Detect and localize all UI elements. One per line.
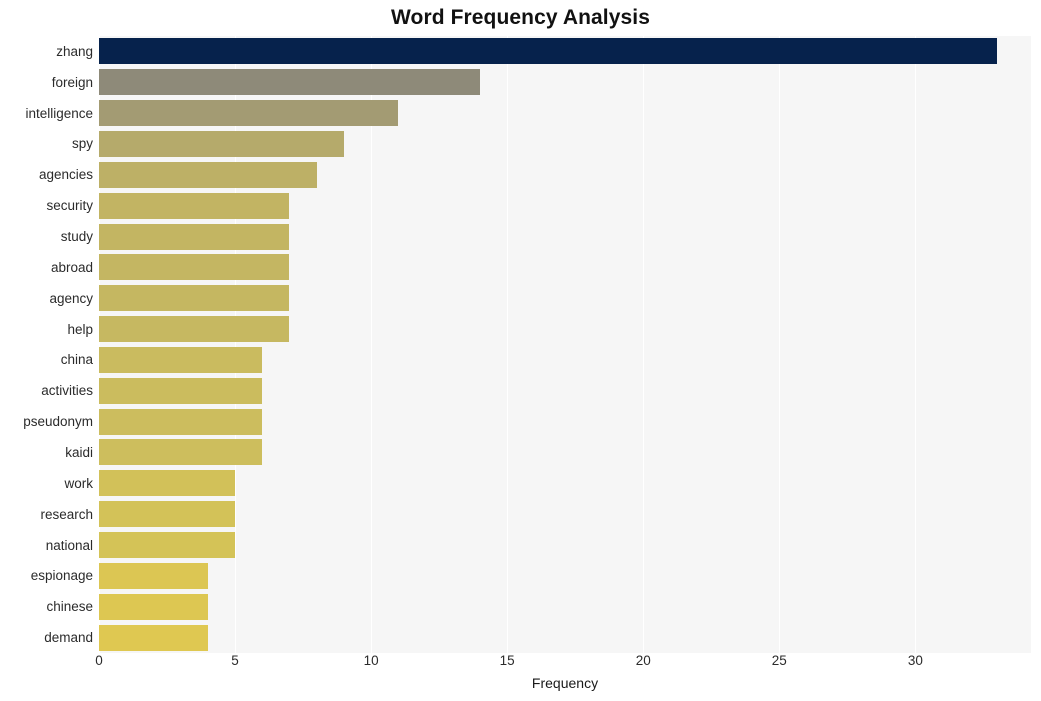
bar-row <box>99 345 1031 376</box>
y-tick-label-demand: demand <box>44 630 93 646</box>
y-tick-label-foreign: foreign <box>51 74 93 90</box>
bar-row <box>99 129 1031 160</box>
bar-row <box>99 468 1031 499</box>
x-tick-label-0: 0 <box>95 653 103 668</box>
bar-pseudonym <box>99 408 263 435</box>
bar-spy <box>99 130 344 157</box>
bar-agency <box>99 285 290 312</box>
y-axis: zhang foreign intelligence spy agencies secur… <box>0 36 93 653</box>
bar-row <box>99 499 1031 530</box>
bar-row <box>99 36 1031 67</box>
bar-row <box>99 283 1031 314</box>
y-tick-label-china: china <box>60 352 93 368</box>
y-tick-label-help: help <box>67 321 93 337</box>
bar-row <box>99 67 1031 98</box>
bar-china <box>99 346 263 373</box>
chart-title: Word Frequency Analysis <box>390 6 651 29</box>
bar-study <box>99 223 290 250</box>
y-tick-label-chinese: chinese <box>46 599 93 615</box>
x-tick-label-15: 15 <box>499 653 515 668</box>
y-tick-label-spy: spy <box>71 136 93 152</box>
bar-activities <box>99 377 263 404</box>
y-tick-label-espionage: espionage <box>30 568 93 584</box>
y-tick-label-intelligence: intelligence <box>25 105 93 121</box>
bar-row <box>99 98 1031 129</box>
bar-chinese <box>99 593 208 620</box>
bar-row <box>99 560 1031 591</box>
bar-row <box>99 530 1031 561</box>
plot-area <box>99 36 1031 653</box>
x-tick-label-5: 5 <box>231 653 239 668</box>
bar-foreign <box>99 69 480 96</box>
bar-row <box>99 314 1031 345</box>
bar-espionage <box>99 562 208 589</box>
bar-row <box>99 375 1031 406</box>
x-tick-label-20: 20 <box>635 653 651 668</box>
x-axis-title: Frequency <box>531 675 599 691</box>
bar-intelligence <box>99 100 399 127</box>
bar-row <box>99 159 1031 190</box>
bar-security <box>99 192 290 219</box>
x-tick-label-25: 25 <box>771 653 787 668</box>
bar-row <box>99 190 1031 221</box>
bar-help <box>99 316 290 343</box>
y-tick-label-agencies: agencies <box>38 167 93 183</box>
y-tick-label-zhang: zhang <box>56 43 93 59</box>
x-axis: 0 5 10 15 20 25 30 <box>95 653 1031 677</box>
y-tick-label-study: study <box>60 229 93 245</box>
y-tick-label-pseudonym: pseudonym <box>23 414 93 430</box>
bar-agencies <box>99 161 317 188</box>
bar-row <box>99 622 1031 653</box>
word-frequency-chart: Word Frequency Analysis zhang foreign inte… <box>0 0 1041 701</box>
y-tick-label-agency: agency <box>49 290 93 306</box>
bar-research <box>99 501 236 528</box>
y-tick-label-national: national <box>45 537 93 553</box>
bar-row <box>99 591 1031 622</box>
y-tick-label-abroad: abroad <box>50 259 93 275</box>
bar-row <box>99 406 1031 437</box>
y-tick-label-kaidi: kaidi <box>65 444 93 460</box>
bar-row <box>99 437 1031 468</box>
bar-demand <box>99 624 208 651</box>
bar-zhang <box>99 38 997 65</box>
bar-work <box>99 470 236 497</box>
y-tick-label-activities: activities <box>41 383 93 399</box>
bar-national <box>99 532 236 559</box>
x-tick-label-10: 10 <box>363 653 379 668</box>
y-tick-label-security: security <box>46 198 93 214</box>
y-tick-label-work: work <box>64 475 93 491</box>
bar-kaidi <box>99 439 263 466</box>
bar-abroad <box>99 254 290 281</box>
y-tick-label-research: research <box>40 506 93 522</box>
bar-row <box>99 252 1031 283</box>
x-tick-label-30: 30 <box>907 653 923 668</box>
bar-row <box>99 221 1031 252</box>
